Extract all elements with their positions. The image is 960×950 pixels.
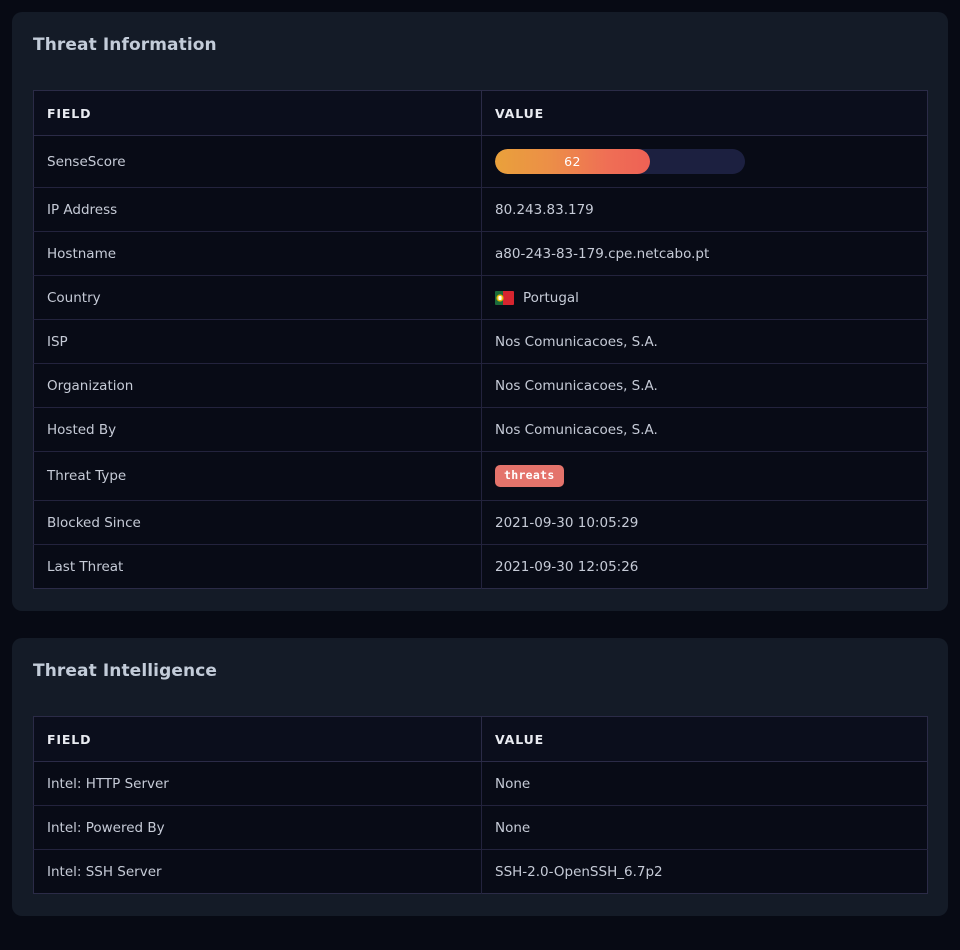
table-row: Intel: HTTP Server None <box>33 761 928 806</box>
sensescore-value: 62 <box>564 154 581 169</box>
value-cell-hostname: a80-243-83-179.cpe.netcabo.pt <box>481 231 928 276</box>
threat-information-panel: Threat Information FIELD VALUE SenseScor… <box>12 12 948 611</box>
field-label-country: Country <box>33 275 482 320</box>
table-row: Last Threat 2021-09-30 12:05:26 <box>33 544 928 589</box>
table-row: Blocked Since 2021-09-30 10:05:29 <box>33 500 928 545</box>
field-label-ip-address: IP Address <box>33 187 482 232</box>
table-row: Intel: Powered By None <box>33 805 928 850</box>
table-row: Hosted By Nos Comunicacoes, S.A. <box>33 407 928 452</box>
status-badge[interactable]: threats <box>495 465 564 487</box>
table-row: Intel: SSH Server SSH-2.0-OpenSSH_6.7p2 <box>33 849 928 894</box>
table-row: Country Portugal <box>33 275 928 320</box>
table-header: FIELD VALUE <box>33 716 928 762</box>
value-cell-intel-http-server: None <box>481 761 928 806</box>
table-body: Intel: HTTP Server None Intel: Powered B… <box>33 761 928 894</box>
threat-intelligence-panel: Threat Intelligence FIELD VALUE Intel: H… <box>12 638 948 916</box>
value-cell-threat-type: threats <box>481 451 928 501</box>
value-cell-intel-ssh-server: SSH-2.0-OpenSSH_6.7p2 <box>481 849 928 894</box>
sensescore-progress-bar: 62 <box>495 149 745 174</box>
field-label-intel-powered-by: Intel: Powered By <box>33 805 482 850</box>
value-cell-ip-address: 80.243.83.179 <box>481 187 928 232</box>
table-header: FIELD VALUE <box>33 90 928 136</box>
value-cell-blocked-since: 2021-09-30 10:05:29 <box>481 500 928 545</box>
value-cell-country: Portugal <box>481 275 928 320</box>
table-row: IP Address 80.243.83.179 <box>33 187 928 232</box>
value-cell-hosted-by[interactable]: Nos Comunicacoes, S.A. <box>481 407 928 452</box>
value-cell-intel-powered-by: None <box>481 805 928 850</box>
threat-intelligence-table: FIELD VALUE Intel: HTTP Server None Inte… <box>33 716 928 894</box>
country-value-group: Portugal <box>495 290 914 306</box>
field-label-blocked-since: Blocked Since <box>33 500 482 545</box>
portugal-flag-icon <box>495 290 514 305</box>
page-title: Threat Information <box>33 35 217 55</box>
table-row: Organization Nos Comunicacoes, S.A. <box>33 363 928 408</box>
field-label-last-threat: Last Threat <box>33 544 482 589</box>
table-row: SenseScore 62 <box>33 135 928 188</box>
threat-intelligence-title: Threat Intelligence <box>33 661 218 681</box>
column-header-field: FIELD <box>33 90 482 136</box>
field-label-intel-ssh-server: Intel: SSH Server <box>33 849 482 894</box>
column-header-value: VALUE <box>481 716 928 762</box>
field-label-hosted-by: Hosted By <box>33 407 482 452</box>
value-cell-last-threat: 2021-09-30 12:05:26 <box>481 544 928 589</box>
table-body: SenseScore 62 IP Address 80.243.83.179 H… <box>33 135 928 589</box>
threat-intelligence-table-wrap: FIELD VALUE Intel: HTTP Server None Inte… <box>33 716 928 894</box>
field-label-sensescore: SenseScore <box>33 135 482 188</box>
sensescore-progress-fill: 62 <box>495 149 650 174</box>
field-label-threat-type: Threat Type <box>33 451 482 501</box>
field-label-intel-http-server: Intel: HTTP Server <box>33 761 482 806</box>
column-header-value: VALUE <box>481 90 928 136</box>
country-name: Portugal <box>523 289 579 306</box>
value-cell-organization: Nos Comunicacoes, S.A. <box>481 363 928 408</box>
field-label-organization: Organization <box>33 363 482 408</box>
table-row: ISP Nos Comunicacoes, S.A. <box>33 319 928 364</box>
table-header-row: FIELD VALUE <box>33 90 928 136</box>
field-label-isp: ISP <box>33 319 482 364</box>
table-row: Hostname a80-243-83-179.cpe.netcabo.pt <box>33 231 928 276</box>
column-header-field: FIELD <box>33 716 482 762</box>
value-cell-sensescore: 62 <box>481 135 928 188</box>
threat-detail-page: Threat Information FIELD VALUE SenseScor… <box>0 0 960 950</box>
field-label-hostname: Hostname <box>33 231 482 276</box>
threat-information-table-wrap: FIELD VALUE SenseScore 62 IP Address 80.… <box>33 90 928 589</box>
threat-information-table: FIELD VALUE SenseScore 62 IP Address 80.… <box>33 90 928 589</box>
table-header-row: FIELD VALUE <box>33 716 928 762</box>
table-row: Threat Type threats <box>33 451 928 501</box>
value-cell-isp: Nos Comunicacoes, S.A. <box>481 319 928 364</box>
